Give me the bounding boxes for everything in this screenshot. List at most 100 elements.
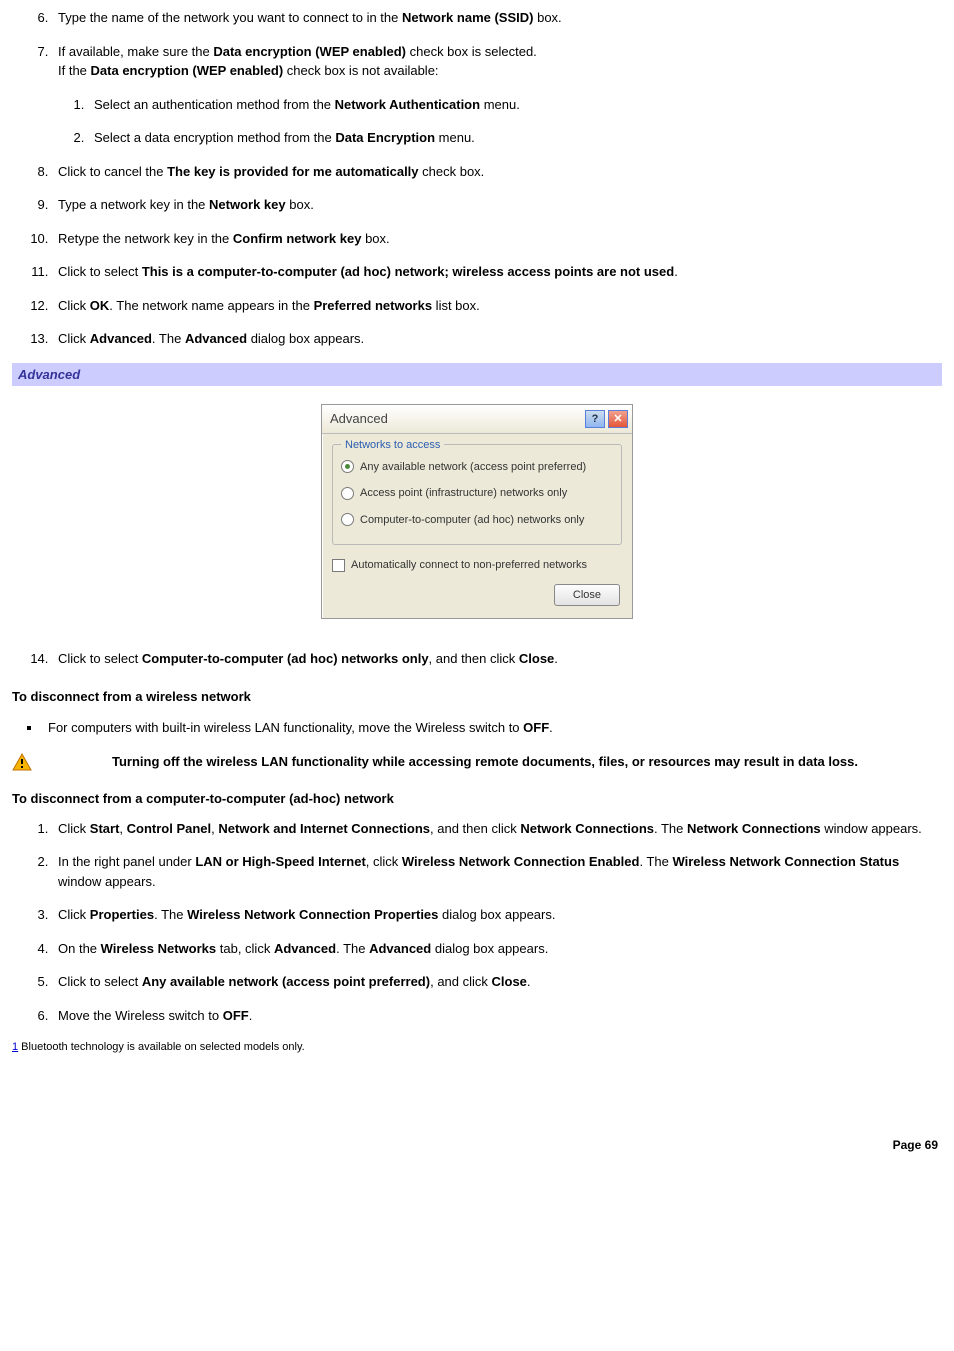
- step-text: If available, make sure the: [58, 44, 213, 59]
- section-bar-advanced: Advanced: [12, 363, 942, 387]
- step-7: If available, make sure the Data encrypt…: [52, 42, 942, 148]
- step-text: Click: [58, 821, 90, 836]
- step-text: dialog box appears.: [431, 941, 548, 956]
- step-a4: On the Wireless Networks tab, click Adva…: [52, 939, 942, 959]
- footnote: 1 Bluetooth technology is available on s…: [12, 1039, 942, 1056]
- auto-connect-checkbox[interactable]: Automatically connect to non-preferred n…: [332, 557, 622, 574]
- warning-icon: [12, 753, 32, 771]
- bold: Advanced: [90, 331, 152, 346]
- radio-label: Access point (infrastructure) networks o…: [360, 485, 567, 502]
- bold: Data Encryption: [335, 130, 435, 145]
- bold: OFF: [523, 720, 549, 735]
- step-text: Click: [58, 331, 90, 346]
- bold: Advanced: [274, 941, 336, 956]
- dialog-footer: Close: [332, 584, 622, 611]
- close-icon[interactable]: ✕: [608, 410, 628, 428]
- bold: Close: [519, 651, 554, 666]
- disconnect-bullet: For computers with built-in wireless LAN…: [42, 718, 942, 738]
- step-8: Click to cancel the The key is provided …: [52, 162, 942, 182]
- step-text: .: [527, 974, 531, 989]
- bold: Start: [90, 821, 120, 836]
- step-9: Type a network key in the Network key bo…: [52, 195, 942, 215]
- radio-icon: [341, 513, 354, 526]
- bold: The key is provided for me automatically: [167, 164, 418, 179]
- step-text: , and click: [430, 974, 491, 989]
- radio-any-network[interactable]: Any available network (access point pref…: [341, 459, 613, 476]
- page-number: Page 69: [12, 1136, 938, 1154]
- step-text: ,: [119, 821, 126, 836]
- dialog-title: Advanced: [330, 409, 582, 429]
- bold: Wireless Network Connection Enabled: [402, 854, 640, 869]
- steps-list-1: Type the name of the network you want to…: [12, 8, 942, 349]
- bold: Wireless Network Connection Status: [672, 854, 899, 869]
- step-text: Click: [58, 298, 90, 313]
- networks-to-access-group: Networks to access Any available network…: [332, 444, 622, 546]
- footnote-text: Bluetooth technology is available on sel…: [18, 1041, 305, 1053]
- step-6: Type the name of the network you want to…: [52, 8, 942, 28]
- sub-step-2: Select a data encryption method from the…: [88, 128, 942, 148]
- step-text: Click to select: [58, 974, 142, 989]
- step-text: , and then click: [429, 651, 519, 666]
- adhoc-heading: To disconnect from a computer-to-compute…: [12, 789, 942, 809]
- bold: Network Authentication: [335, 97, 480, 112]
- warning-block: Turning off the wireless LAN functionali…: [12, 752, 942, 772]
- bold: Advanced: [369, 941, 431, 956]
- step-12: Click OK. The network name appears in th…: [52, 296, 942, 316]
- step-text: , and then click: [430, 821, 520, 836]
- group-legend: Networks to access: [341, 437, 444, 454]
- steps-list-1b: Click to select Computer-to-computer (ad…: [12, 649, 942, 669]
- warning-text: Turning off the wireless LAN functionali…: [112, 754, 858, 769]
- radio-icon: [341, 460, 354, 473]
- radio-icon: [341, 487, 354, 500]
- dialog-body: Networks to access Any available network…: [322, 434, 632, 619]
- radio-access-point-only[interactable]: Access point (infrastructure) networks o…: [341, 485, 613, 502]
- step-text: Click to select: [58, 651, 142, 666]
- step-text: . The network name appears in the: [109, 298, 313, 313]
- step-a6: Move the Wireless switch to OFF.: [52, 1006, 942, 1026]
- bold: OFF: [223, 1008, 249, 1023]
- step-text: tab, click: [216, 941, 274, 956]
- step-text: Click to cancel the: [58, 164, 167, 179]
- step-text: For computers with built-in wireless LAN…: [48, 720, 523, 735]
- step-text: box.: [286, 197, 314, 212]
- dialog-titlebar: Advanced ? ✕: [322, 405, 632, 434]
- step-text: menu.: [480, 97, 520, 112]
- step-text: Retype the network key in the: [58, 231, 233, 246]
- bold: This is a computer-to-computer (ad hoc) …: [142, 264, 674, 279]
- bold: Network key: [209, 197, 286, 212]
- step-text: Click: [58, 907, 90, 922]
- step-text: window appears.: [58, 874, 156, 889]
- help-button[interactable]: ?: [585, 410, 605, 428]
- sub-step-1: Select an authentication method from the…: [88, 95, 942, 115]
- step-text: check box.: [419, 164, 485, 179]
- disconnect-list: For computers with built-in wireless LAN…: [12, 718, 942, 738]
- step-text: Type a network key in the: [58, 197, 209, 212]
- disconnect-heading: To disconnect from a wireless network: [12, 687, 942, 707]
- bold: OK: [90, 298, 110, 313]
- step-text: , click: [366, 854, 402, 869]
- step-text: If the: [58, 63, 91, 78]
- step-text: dialog box appears.: [247, 331, 364, 346]
- step-text: .: [549, 720, 553, 735]
- step-text: list box.: [432, 298, 480, 313]
- bold: Properties: [90, 907, 154, 922]
- step-14: Click to select Computer-to-computer (ad…: [52, 649, 942, 669]
- step-text: Move the Wireless switch to: [58, 1008, 223, 1023]
- step-text: Type the name of the network you want to…: [58, 10, 402, 25]
- bold: Network name (SSID): [402, 10, 533, 25]
- step-a5: Click to select Any available network (a…: [52, 972, 942, 992]
- bold: Data encryption (WEP enabled): [91, 63, 284, 78]
- step-text: . The: [154, 907, 187, 922]
- step-text: dialog box appears.: [438, 907, 555, 922]
- bold: Data encryption (WEP enabled): [213, 44, 406, 59]
- bold: Network and Internet Connections: [218, 821, 430, 836]
- step-text: check box is not available:: [283, 63, 438, 78]
- step-text: .: [249, 1008, 253, 1023]
- close-button[interactable]: Close: [554, 584, 620, 607]
- steps-list-2: Click Start, Control Panel, Network and …: [12, 819, 942, 1026]
- step-10: Retype the network key in the Confirm ne…: [52, 229, 942, 249]
- radio-adhoc-only[interactable]: Computer-to-computer (ad hoc) networks o…: [341, 512, 613, 529]
- bold: LAN or High-Speed Internet: [195, 854, 365, 869]
- step-text: . The: [654, 821, 687, 836]
- bold: Network Connections: [520, 821, 654, 836]
